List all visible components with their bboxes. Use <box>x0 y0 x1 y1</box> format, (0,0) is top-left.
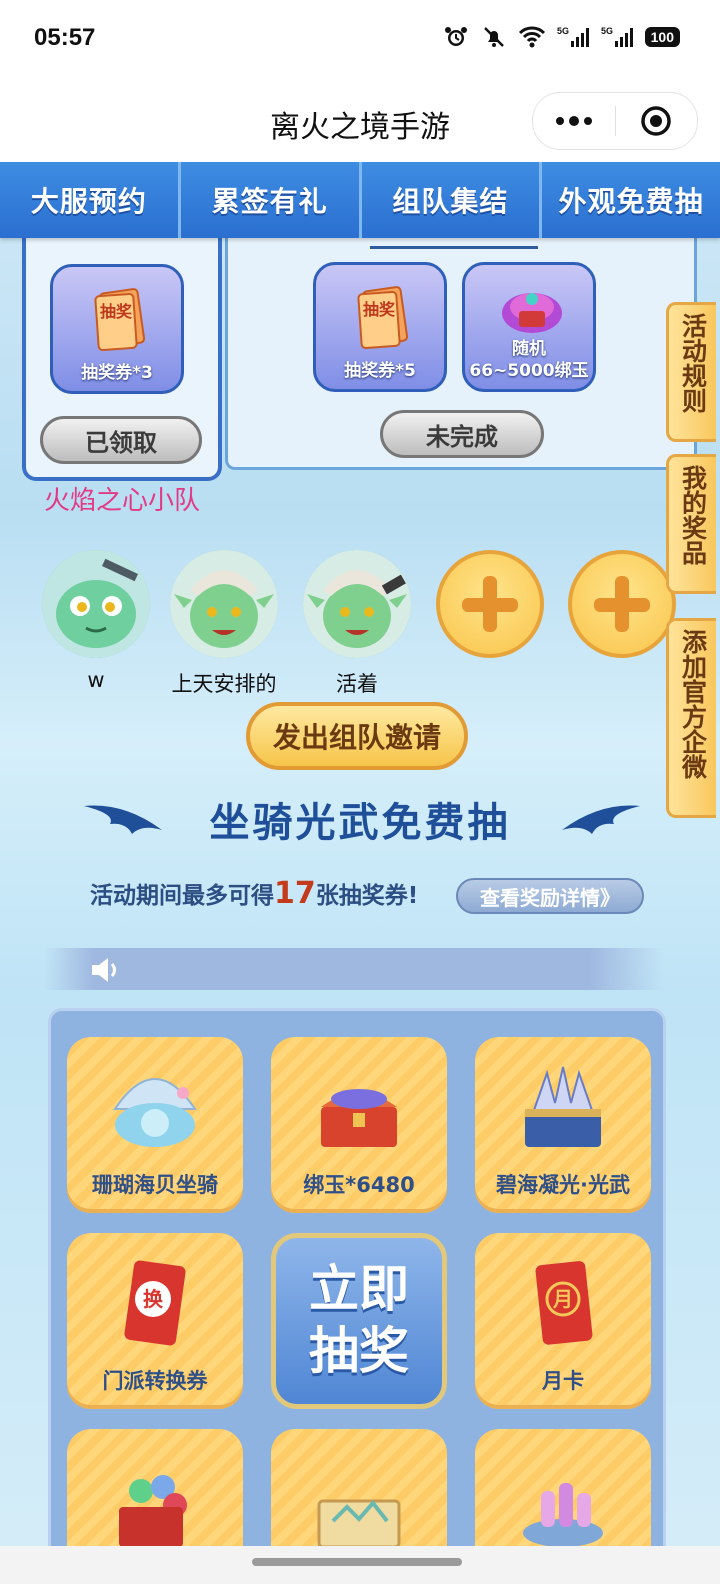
add-member-button[interactable] <box>568 550 676 658</box>
mute-bell-icon <box>481 24 507 50</box>
activity-content[interactable]: 大服预约 累签有礼 组队集结 外观免费抽 组成3人队伍 抽奖 抽奖券*5 随机 … <box>0 162 720 1546</box>
jade-bag-icon <box>497 277 567 337</box>
prize-shell-mount: 珊瑚海贝坐骑 <box>67 1037 243 1213</box>
member-name: w <box>87 668 105 692</box>
status-icons: 5G 5G 100 <box>443 24 680 50</box>
tab-server-reservation[interactable]: 大服预约 <box>0 162 181 238</box>
avatar <box>303 550 411 658</box>
reward-label-line2: 66~5000绑玉 <box>469 361 589 381</box>
prize-sect-ticket: 换 门派转换券 <box>67 1233 243 1409</box>
send-team-invite-button[interactable]: 发出组队邀请 <box>246 702 468 770</box>
team-member[interactable]: w <box>42 550 150 692</box>
reward-card-tickets-3: 抽奖 抽奖券*3 <box>50 264 184 394</box>
tab-free-draw[interactable]: 外观免费抽 <box>542 162 720 238</box>
announcement-marquee <box>44 948 664 990</box>
prize-jade: 绑玉*6480 <box>271 1037 447 1213</box>
status-bar: 05:57 5G 5G 100 <box>0 0 720 80</box>
crystal-chest-icon <box>525 1066 601 1147</box>
capsule-menu <box>532 92 698 150</box>
shell-mount-icon <box>113 1078 197 1147</box>
clock: 05:57 <box>34 24 96 51</box>
view-reward-details-button[interactable]: 查看奖励详情》 <box>456 878 644 914</box>
svg-text:换: 换 <box>143 1287 164 1311</box>
team-member[interactable]: 上天安排的 <box>170 550 278 698</box>
add-official-wecom-tab[interactable]: 添加官方企微 <box>666 618 716 818</box>
reward-label: 抽奖券*3 <box>81 363 153 383</box>
more-dots-icon <box>555 116 592 126</box>
prize-name: 门派转换券 <box>102 1369 208 1393</box>
treasure-chest-icon <box>321 1089 397 1147</box>
side-tab-label: 活动规则 <box>678 313 708 413</box>
gem-box-icon <box>119 1475 187 1546</box>
activity-rules-tab[interactable]: 活动规则 <box>666 302 716 442</box>
svg-text:月: 月 <box>552 1287 573 1311</box>
prize-item <box>67 1429 243 1546</box>
notice-text: 活动期间最多可得 <box>90 883 274 909</box>
wifi-icon <box>518 24 545 50</box>
prize-name: 绑玉*6480 <box>303 1173 415 1197</box>
reward-label: 抽奖券*5 <box>344 361 416 381</box>
tab-team-up[interactable]: 组队集结 <box>362 162 543 238</box>
prize-month-card: 月 月卡 <box>475 1233 651 1409</box>
prize-name: 月卡 <box>542 1369 584 1393</box>
activity-tabs: 大服预约 累签有礼 组队集结 外观免费抽 <box>0 162 720 238</box>
reward-card-tickets-5: 抽奖 抽奖券*5 <box>313 262 447 392</box>
avatar <box>170 550 278 658</box>
prize-name: 碧海凝光·光武 <box>496 1173 630 1197</box>
lottery-scroll-icon: 抽奖 <box>93 285 147 355</box>
home-indicator-area <box>0 1546 720 1584</box>
incomplete-button[interactable]: 未完成 <box>380 410 544 458</box>
home-indicator[interactable] <box>252 1558 462 1566</box>
svg-text:抽奖: 抽奖 <box>363 300 396 319</box>
notice-text: 张抽奖券! <box>315 883 419 909</box>
signal-5g-icon: 5G <box>557 24 589 50</box>
ticket-count: 17 <box>274 876 316 911</box>
tab-sign-in[interactable]: 累签有礼 <box>181 162 362 238</box>
month-card-icon: 月 <box>535 1261 593 1345</box>
draw-section-title: 坐骑光武免费抽 <box>209 800 511 846</box>
prize-light-weapon: 碧海凝光·光武 <box>475 1037 651 1213</box>
side-tab-label: 添加官方企微 <box>678 629 708 779</box>
add-member-button[interactable] <box>436 550 544 658</box>
member-name: 活着 <box>336 672 378 696</box>
exchange-ticket-icon: 换 <box>124 1260 186 1346</box>
side-tab-label: 我的奖品 <box>678 465 708 565</box>
mini-program-title-bar: 离火之境手游 <box>0 80 720 162</box>
prize-name: 珊瑚海贝坐骑 <box>92 1173 218 1197</box>
my-prizes-tab[interactable]: 我的奖品 <box>666 454 716 594</box>
prize-item <box>475 1429 651 1546</box>
signal-5g-icon: 5G <box>601 24 633 50</box>
svg-text:5G: 5G <box>601 26 613 36</box>
draw-now-button[interactable]: 立即 抽奖 <box>271 1233 447 1409</box>
lottery-scroll-icon: 抽奖 <box>356 283 410 353</box>
member-name: 上天安排的 <box>171 672 277 696</box>
svg-text:抽奖: 抽奖 <box>100 302 133 321</box>
team-member[interactable]: 活着 <box>303 550 411 698</box>
draw-button-line2: 抽奖 <box>309 1322 409 1380</box>
alarm-icon <box>443 24 469 50</box>
speaker-icon <box>92 958 116 982</box>
more-button[interactable] <box>533 93 615 149</box>
svg-text:5G: 5G <box>557 26 569 36</box>
draw-button-line1: 立即 <box>309 1260 409 1318</box>
map-scroll-icon <box>317 1499 401 1546</box>
avatar <box>42 550 150 658</box>
team-name: 火焰之心小队 <box>44 486 201 516</box>
potion-set-icon <box>523 1483 603 1546</box>
reward-card-random-jade: 随机 66~5000绑玉 <box>462 262 596 392</box>
ticket-notice: 活动期间最多可得17张抽奖券! <box>90 876 418 911</box>
close-button[interactable] <box>616 93 698 149</box>
claimed-button[interactable]: 已领取 <box>40 416 202 464</box>
target-close-icon <box>641 106 671 136</box>
prize-item <box>271 1429 447 1546</box>
battery-indicator: 100 <box>644 27 680 47</box>
prize-board: 珊瑚海贝坐骑 绑玉*6480 碧海凝光·光武 换 门派转换券 立即 抽奖 月 月… <box>48 1008 666 1546</box>
